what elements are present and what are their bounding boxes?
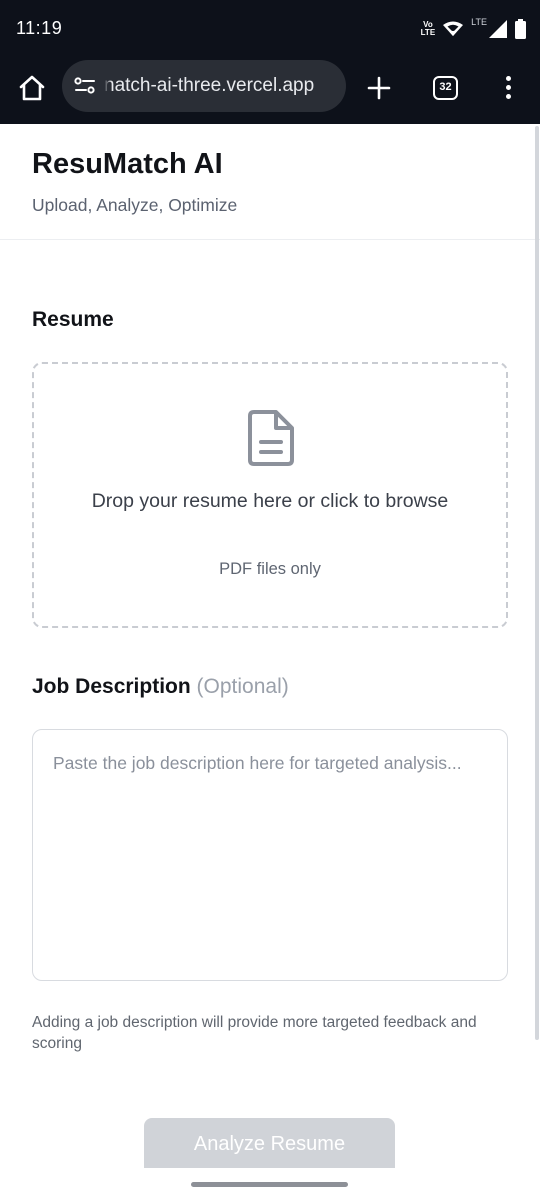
- app-title: ResuMatch AI: [32, 148, 223, 180]
- optional-label: (Optional): [196, 675, 289, 698]
- address-bar[interactable]: natch-ai-three.vercel.app: [62, 60, 346, 112]
- battery-icon: [515, 19, 526, 39]
- volte-icon: Vo LTE: [421, 21, 436, 37]
- analyze-resume-button[interactable]: Analyze Resume: [144, 1118, 395, 1168]
- new-tab-icon[interactable]: [366, 75, 392, 101]
- browser-toolbar: natch-ai-three.vercel.app 32: [0, 56, 540, 124]
- wifi-icon: [443, 21, 464, 36]
- volte-bottom-label: LTE: [420, 28, 436, 37]
- gesture-handle[interactable]: [191, 1182, 348, 1187]
- status-icons: Vo LTE LTE: [421, 16, 526, 42]
- dropzone-file-hint: PDF files only: [219, 560, 321, 578]
- resume-dropzone[interactable]: Drop your resume here or click to browse…: [32, 362, 508, 628]
- job-description-hint: Adding a job description will provide mo…: [32, 1014, 477, 1052]
- document-icon: [248, 410, 294, 466]
- job-description-heading: Job Description (Optional): [32, 675, 289, 699]
- app-header: ResuMatch AI Upload, Analyze, Optimize: [0, 124, 540, 240]
- app-subtitle: Upload, Analyze, Optimize: [32, 195, 238, 215]
- page-scrollbar[interactable]: [535, 126, 539, 1040]
- job-description-input[interactable]: [32, 729, 508, 981]
- site-settings-icon[interactable]: [74, 76, 96, 96]
- job-description-label: Job Description: [32, 675, 191, 698]
- system-navigation-bar: [0, 1168, 540, 1200]
- resume-heading: Resume: [32, 308, 114, 331]
- signal-icon: [489, 20, 507, 38]
- status-bar: 11:19 Vo LTE LTE: [0, 0, 540, 56]
- url-text: natch-ai-three.vercel.app: [104, 75, 315, 96]
- dropzone-instructions: Drop your resume here or click to browse: [91, 490, 449, 512]
- network-type-label: LTE: [471, 17, 487, 27]
- menu-icon[interactable]: [498, 76, 518, 102]
- home-icon[interactable]: [18, 74, 46, 102]
- tabs-icon[interactable]: 32: [433, 76, 458, 100]
- page-content: ResuMatch AI Upload, Analyze, Optimize R…: [0, 124, 540, 1168]
- status-time: 11:19: [16, 18, 63, 38]
